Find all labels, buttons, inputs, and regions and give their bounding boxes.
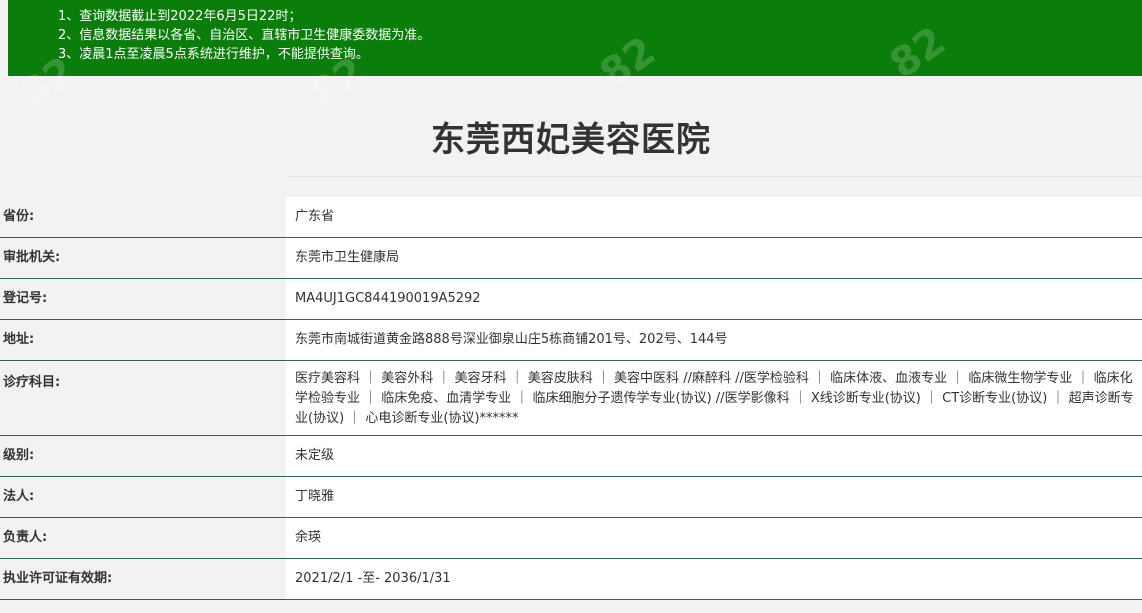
field-value: 余瑛 — [286, 518, 1142, 558]
field-label: 诊疗科目: — [3, 375, 61, 390]
info-row-registration: 登记号: MA4UJ1GC844190019A5292 — [0, 279, 1142, 320]
info-row-address: 地址: 东莞市南城街道黄金路888号深业御泉山庄5栋商铺201号、202号、14… — [0, 320, 1142, 361]
title-divider — [288, 176, 1142, 177]
field-label: 执业许可证有效期: — [3, 571, 113, 586]
notice-line-2: 2、信息数据结果以各省、自治区、直辖市卫生健康委数据为准。 — [58, 28, 431, 43]
field-label: 省份: — [3, 209, 35, 224]
field-value: 未定级 — [286, 436, 1142, 476]
field-label: 审批机关: — [3, 250, 61, 265]
field-value: 丁晓雅 — [286, 477, 1142, 517]
field-label: 负责人: — [3, 530, 48, 545]
field-label: 法人: — [3, 489, 35, 504]
field-value: MA4UJ1GC844190019A5292 — [286, 279, 1142, 319]
info-row-authority: 审批机关: 东莞市卫生健康局 — [0, 238, 1142, 279]
field-label: 级别: — [3, 448, 35, 463]
notice-line-3: 3、凌晨1点至凌晨5点系统进行维护，不能提供查询。 — [58, 47, 369, 62]
field-label: 地址: — [3, 332, 35, 347]
info-row-level: 级别: 未定级 — [0, 436, 1142, 477]
field-value: 东莞市南城街道黄金路888号深业御泉山庄5栋商铺201号、202号、144号 — [286, 320, 1142, 360]
field-value: 广东省 — [286, 197, 1142, 237]
field-value: 2021/2/1 -至- 2036/1/31 — [286, 559, 1142, 599]
notice-line-1: 1、查询数据截止到2022年6月5日22时； — [58, 9, 302, 24]
info-row-province: 省份: 广东省 — [0, 197, 1142, 238]
page-title: 东莞西妃美容医院 — [431, 120, 711, 160]
info-row-license-validity: 执业许可证有效期: 2021/2/1 -至- 2036/1/31 — [0, 559, 1142, 600]
info-row-legal-person: 法人: 丁晓雅 — [0, 477, 1142, 518]
field-value: 东莞市卫生健康局 — [286, 238, 1142, 278]
info-table: 省份: 广东省 审批机关: 东莞市卫生健康局 登记号: MA4UJ1GC8441… — [0, 197, 1142, 600]
field-label: 登记号: — [3, 291, 48, 306]
info-row-manager: 负责人: 余瑛 — [0, 518, 1142, 559]
info-row-departments: 诊疗科目: 医疗美容科 ｜ 美容外科 ｜ 美容牙科 ｜ 美容皮肤科 ｜ 美容中医… — [0, 361, 1142, 436]
field-value: 医疗美容科 ｜ 美容外科 ｜ 美容牙科 ｜ 美容皮肤科 ｜ 美容中医科 //麻醉… — [286, 361, 1142, 435]
notice-banner: 1、查询数据截止到2022年6月5日22时； 2、信息数据结果以各省、自治区、直… — [8, 0, 1142, 76]
